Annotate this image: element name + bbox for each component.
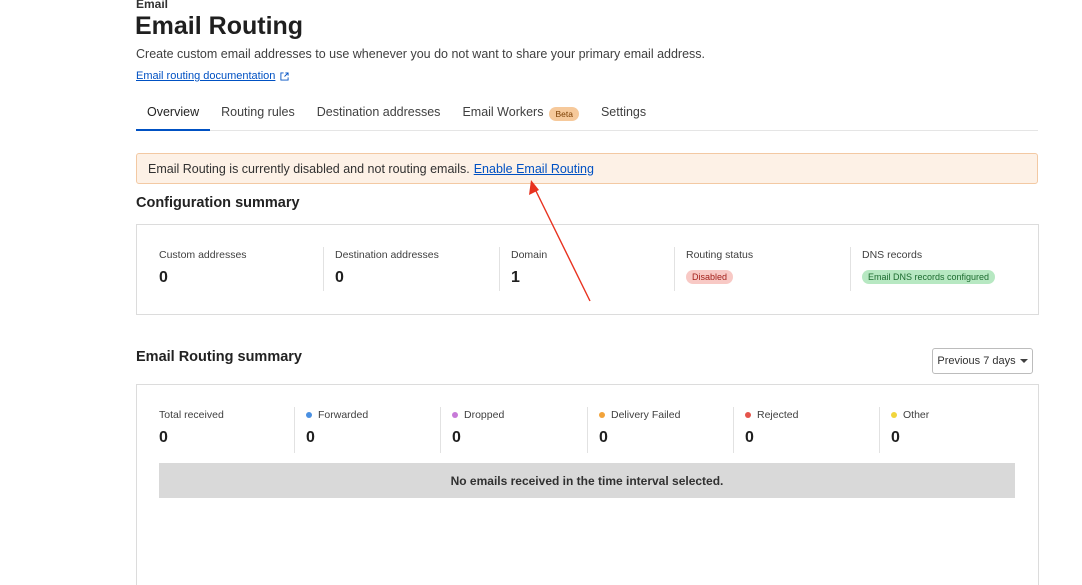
section-eyebrow: Email [136, 0, 169, 11]
beta-badge: Beta [549, 107, 579, 121]
email-routing-summary-heading: Email Routing summary [136, 349, 302, 365]
stat-label: Total received [159, 409, 224, 421]
dropped-stat: Dropped 0 [452, 409, 504, 447]
dropped-dot-icon [452, 412, 458, 418]
documentation-link[interactable]: Email routing documentation [136, 70, 289, 82]
tab-label: Routing rules [221, 105, 295, 119]
stat-label: Delivery Failed [611, 409, 681, 421]
external-link-icon [280, 71, 289, 81]
divider [674, 247, 675, 291]
tab-routing-rules[interactable]: Routing rules [210, 96, 306, 130]
stat-label: Routing status [686, 249, 754, 261]
tab-label: Settings [600, 105, 647, 119]
divider [440, 407, 441, 453]
delivery-failed-dot-icon [599, 412, 605, 418]
stat-value: 0 [335, 269, 344, 286]
divider [323, 247, 324, 291]
stat-value: 0 [452, 429, 461, 446]
stat-label-row: Rejected [745, 409, 798, 421]
forwarded-dot-icon [306, 412, 312, 418]
page-subtitle: Create custom email addresses to use whe… [136, 47, 706, 61]
enable-email-routing-link[interactable]: Enable Email Routing [474, 162, 594, 176]
stat-value: 0 [159, 269, 168, 286]
tab-email-workers[interactable]: Email Workers Beta [451, 96, 590, 130]
stat-label: Forwarded [318, 409, 369, 421]
stat-label: Destination addresses [335, 249, 439, 261]
divider [850, 247, 851, 291]
documentation-link-label: Email routing documentation [136, 70, 276, 82]
stat-label-row: Other [891, 409, 929, 421]
routing-status-stat: Routing status Disabled [686, 249, 753, 285]
tab-destination-addresses[interactable]: Destination addresses [306, 96, 452, 130]
caret-down-icon [1019, 359, 1028, 363]
stat-label: Custom addresses [159, 249, 247, 261]
stat-value: 0 [599, 429, 608, 446]
other-dot-icon [891, 412, 897, 418]
time-range-select[interactable]: Previous 7 days [932, 348, 1033, 374]
tab-label: Email Workers [462, 105, 544, 119]
divider [733, 407, 734, 453]
tab-overview[interactable]: Overview [136, 96, 211, 131]
stat-value: 0 [745, 429, 754, 446]
divider [879, 407, 880, 453]
tab-label: Destination addresses [316, 105, 441, 119]
empty-state-message: No emails received in the time interval … [159, 463, 1015, 498]
disabled-status-badge: Disabled [686, 270, 734, 284]
divider [294, 407, 295, 453]
divider [499, 247, 500, 291]
tab-bar: Overview Routing rules Destination addre… [136, 96, 1038, 131]
stat-label: DNS records [862, 249, 923, 261]
banner-text: Email Routing is currently disabled and … [148, 161, 470, 176]
forwarded-stat: Forwarded 0 [306, 409, 368, 447]
configuration-summary-heading: Configuration summary [136, 195, 300, 211]
stat-value: 0 [891, 429, 900, 446]
stat-label-row: Delivery Failed [599, 409, 680, 421]
dns-configured-badge: Email DNS records configured [862, 270, 996, 284]
rejected-stat: Rejected 0 [745, 409, 798, 447]
stat-value: 0 [306, 429, 315, 446]
tab-settings[interactable]: Settings [590, 96, 657, 130]
stat-label: Dropped [464, 409, 505, 421]
stat-label-row: Forwarded [306, 409, 368, 421]
stat-value: 0 [159, 429, 168, 446]
stat-label: Other [903, 409, 930, 421]
time-range-value: Previous 7 days [937, 355, 1016, 367]
delivery-failed-stat: Delivery Failed 0 [599, 409, 680, 447]
page-title: Email Routing [135, 12, 304, 40]
dns-records-stat: DNS records Email DNS records configured [862, 249, 996, 285]
total-received-stat: Total received 0 [159, 409, 224, 447]
stat-label-row: Dropped [452, 409, 504, 421]
tab-label: Overview [147, 105, 200, 119]
custom-addresses-stat: Custom addresses 0 [159, 249, 247, 287]
rejected-dot-icon [745, 412, 751, 418]
stat-label: Rejected [757, 409, 799, 421]
destination-addresses-stat: Destination addresses 0 [335, 249, 439, 287]
divider [587, 407, 588, 453]
other-stat: Other 0 [891, 409, 929, 447]
annotation-arrow-icon [529, 180, 591, 302]
